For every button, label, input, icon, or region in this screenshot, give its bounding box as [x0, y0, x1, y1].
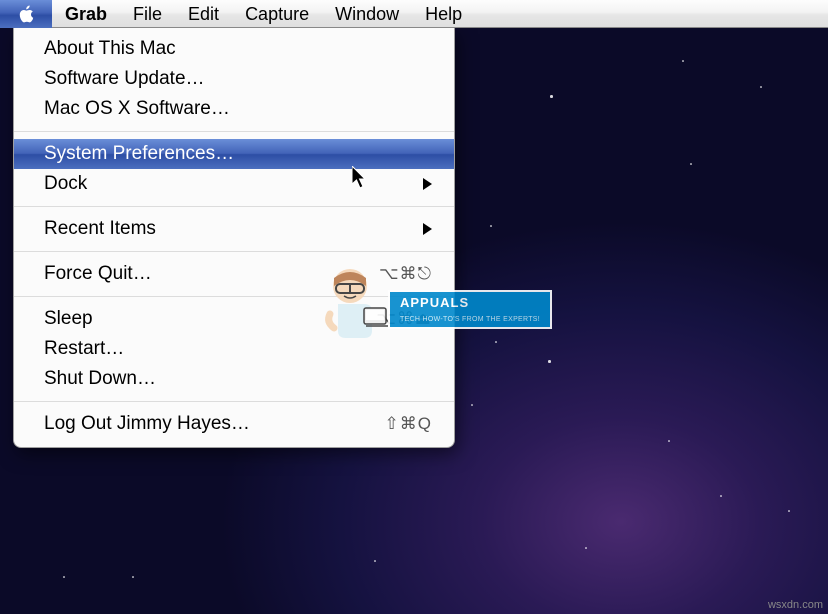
- submenu-arrow-icon: [423, 223, 432, 235]
- star-icon: [760, 86, 762, 88]
- menu-shut-down[interactable]: Shut Down…: [14, 364, 454, 394]
- menu-separator: [14, 206, 454, 207]
- menu-item-label: Software Update…: [44, 68, 432, 90]
- star-icon: [550, 95, 553, 98]
- menubar: Grab File Edit Capture Window Help: [0, 0, 828, 28]
- menu-separator: [14, 251, 454, 252]
- menu-item-label: About This Mac: [44, 38, 432, 60]
- source-label: wsxdn.com: [768, 599, 823, 611]
- apple-menu-button[interactable]: [0, 0, 52, 28]
- watermark-character-icon: [316, 266, 392, 352]
- star-icon: [585, 547, 587, 549]
- apple-logo-icon: [17, 4, 35, 24]
- star-icon: [720, 495, 722, 497]
- menu-separator: [14, 131, 454, 132]
- menubar-capture[interactable]: Capture: [232, 0, 322, 28]
- menu-dock[interactable]: Dock: [14, 169, 454, 199]
- watermark-text: APPUALS TECH HOW-TO'S FROM THE EXPERTS!: [388, 290, 552, 329]
- menu-about-this-mac[interactable]: About This Mac: [14, 34, 454, 64]
- star-icon: [690, 163, 692, 165]
- menu-separator: [14, 401, 454, 402]
- star-icon: [471, 404, 473, 406]
- cursor-icon: [352, 166, 372, 196]
- menu-log-out[interactable]: Log Out Jimmy Hayes… ⇧⌘Q: [14, 409, 454, 439]
- menu-item-label: Log Out Jimmy Hayes…: [44, 413, 385, 435]
- star-icon: [548, 360, 551, 363]
- apple-menu-dropdown: About This Mac Software Update… Mac OS X…: [13, 28, 455, 448]
- menubar-file[interactable]: File: [120, 0, 175, 28]
- menu-recent-items[interactable]: Recent Items: [14, 214, 454, 244]
- star-icon: [490, 225, 492, 227]
- star-icon: [788, 510, 790, 512]
- star-icon: [374, 560, 376, 562]
- watermark-subtitle: TECH HOW-TO'S FROM THE EXPERTS!: [388, 313, 552, 329]
- submenu-arrow-icon: [423, 178, 432, 190]
- menubar-window[interactable]: Window: [322, 0, 412, 28]
- menu-shortcut: ⇧⌘Q: [385, 414, 432, 434]
- watermark-logo: APPUALS TECH HOW-TO'S FROM THE EXPERTS!: [316, 266, 552, 352]
- menu-item-label: Mac OS X Software…: [44, 98, 432, 120]
- menu-item-label: Shut Down…: [44, 368, 432, 390]
- star-icon: [682, 60, 684, 62]
- menu-item-label: Recent Items: [44, 218, 423, 240]
- menu-mac-osx-software[interactable]: Mac OS X Software…: [14, 94, 454, 124]
- star-icon: [132, 576, 134, 578]
- star-icon: [668, 440, 670, 442]
- menu-system-preferences[interactable]: System Preferences…: [14, 139, 454, 169]
- star-icon: [63, 576, 65, 578]
- menubar-help[interactable]: Help: [412, 0, 475, 28]
- menu-item-label: System Preferences…: [44, 143, 432, 165]
- menu-software-update[interactable]: Software Update…: [14, 64, 454, 94]
- menubar-edit[interactable]: Edit: [175, 0, 232, 28]
- menubar-app-name[interactable]: Grab: [52, 0, 120, 28]
- watermark-title: APPUALS: [388, 290, 552, 313]
